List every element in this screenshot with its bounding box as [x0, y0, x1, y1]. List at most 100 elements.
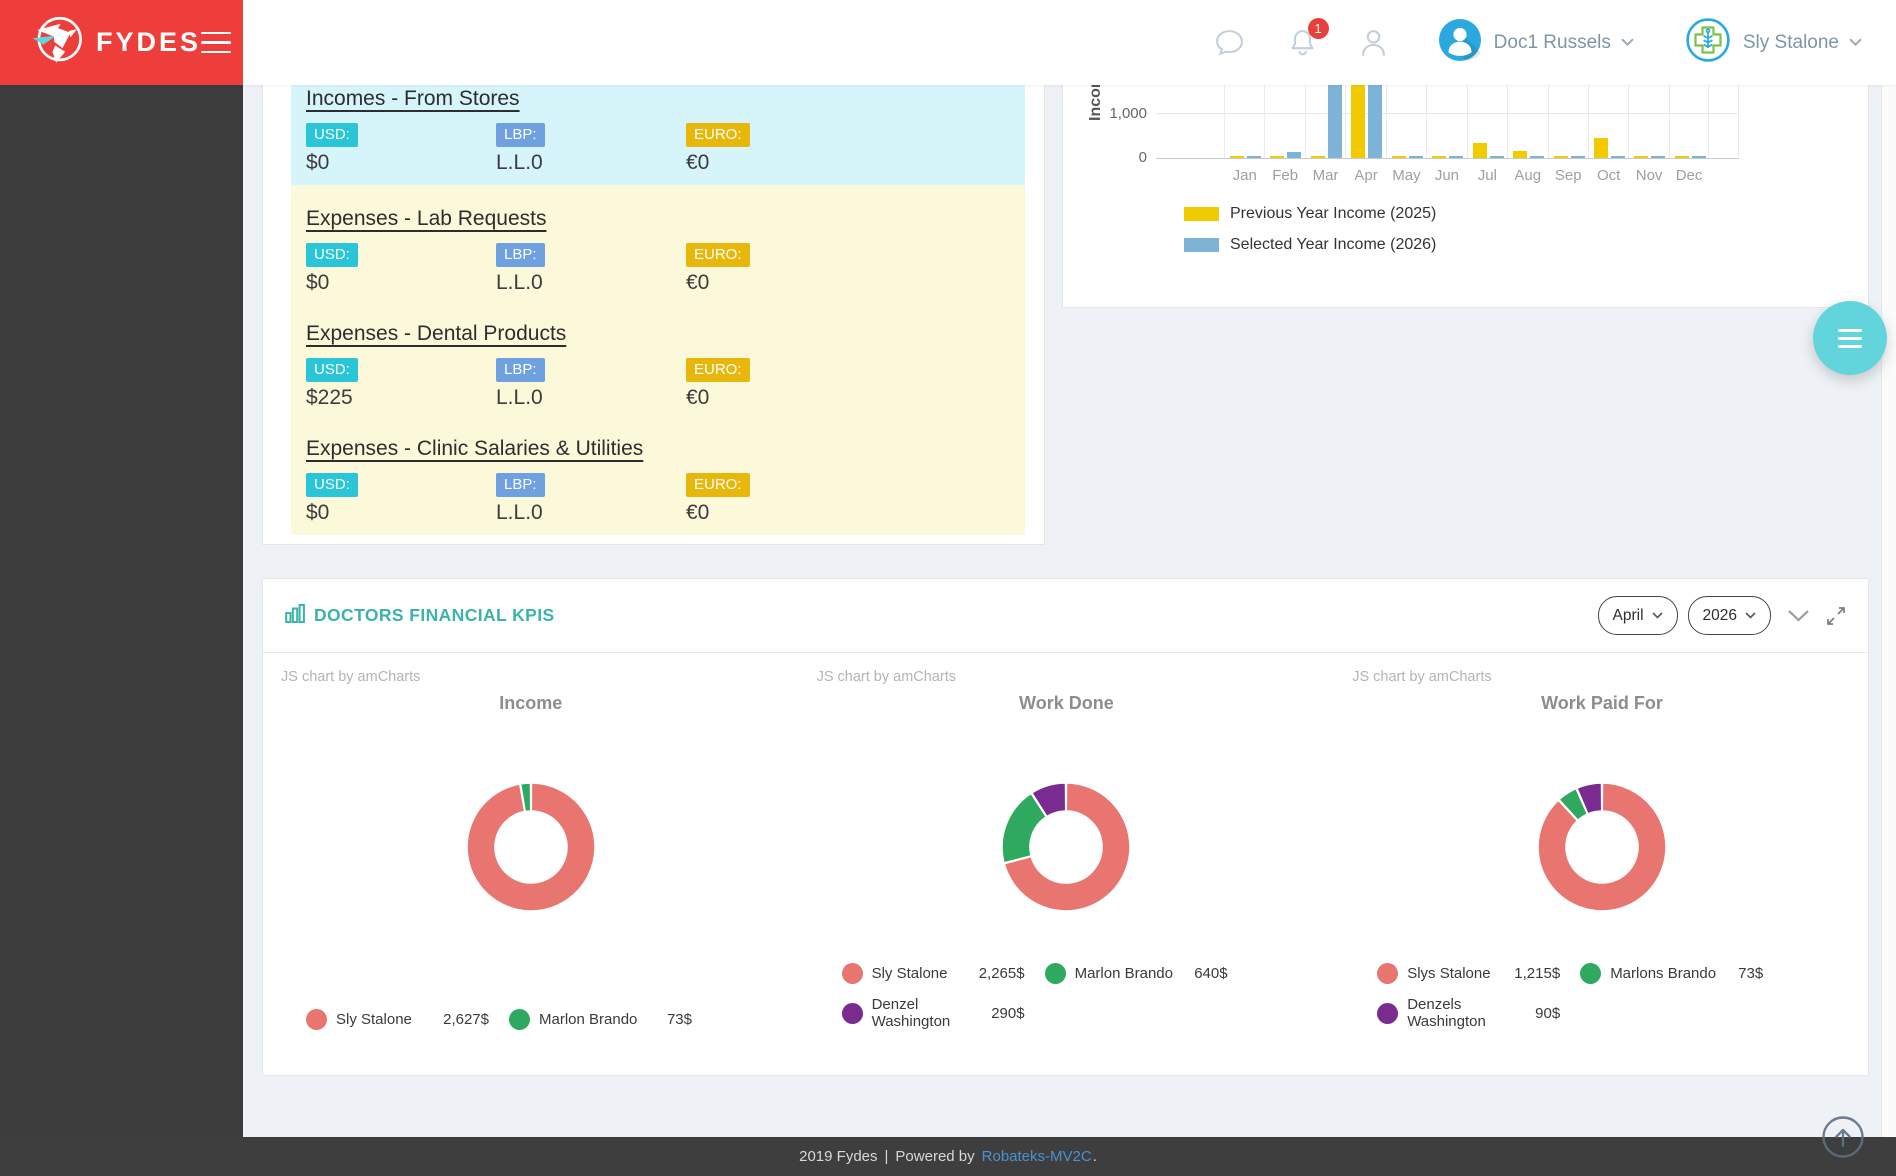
lbp-value: L.L.0 — [496, 501, 686, 525]
amcharts-watermark: JS chart by amCharts — [817, 669, 956, 685]
legend-item[interactable]: Marlons Brando 73$ — [1580, 963, 1763, 984]
footer-period: . — [1093, 1148, 1097, 1165]
footer-vendor-link[interactable]: Robateks-MV2C — [982, 1148, 1092, 1165]
left-sidebar[interactable] — [0, 85, 243, 1137]
legend-dot — [842, 1003, 863, 1024]
bar-selected-year — [1611, 156, 1625, 158]
collapse-chevron-icon[interactable] — [1787, 609, 1810, 622]
kpi-work-done-chart: JS chart by amCharts Work Done Sly Stalo… — [799, 653, 1335, 1076]
legend-item[interactable]: Sly Stalone 2,265$ — [842, 963, 1025, 984]
kpis-card-header: DOCTORS FINANCIAL KPIS April 2026 — [263, 579, 1868, 653]
usd-label: USD: — [306, 473, 358, 497]
expand-icon[interactable] — [1826, 606, 1846, 626]
bar-column-oct: Oct — [1588, 85, 1628, 158]
legend-item[interactable]: Slys Stalone 1,215$ — [1377, 963, 1560, 984]
x-axis-label: Aug — [1508, 167, 1547, 184]
usd-value: $225 — [306, 386, 496, 410]
work-paid-donut-chart[interactable] — [1522, 767, 1682, 927]
footer-divider: | — [885, 1148, 889, 1165]
kpi-income-chart: JS chart by amCharts Income Sly Stalone … — [263, 653, 799, 1076]
summary-section: Incomes - From Stores USD: LBP: EURO: $0… — [306, 87, 1010, 175]
legend-name: Sly Stalone — [872, 965, 979, 982]
yearly-income-chart-card: Income 1,000 0 JanFebMarAprMayJunJulAugS… — [1062, 85, 1869, 308]
legend-name: Denzels Washington — [1407, 996, 1535, 1030]
lbp-label: LBP: — [496, 243, 545, 267]
legend-dot — [1580, 963, 1601, 984]
quick-menu-fab[interactable] — [1813, 301, 1887, 375]
legend-dot — [1377, 963, 1398, 984]
summary-section: Expenses - Lab Requests USD: LBP: EURO: … — [306, 207, 1010, 295]
kpis-card-title: DOCTORS FINANCIAL KPIS — [285, 604, 555, 628]
usd-value: $0 — [306, 271, 496, 295]
bar-selected-year — [1328, 85, 1342, 158]
legend-item[interactable]: Marlon Brando 73$ — [509, 1009, 692, 1030]
bar-selected-year — [1449, 156, 1463, 158]
bar-selected-year — [1287, 152, 1301, 158]
legend-item[interactable]: Marlon Brando 640$ — [1045, 963, 1228, 984]
bar-selected-year — [1651, 156, 1665, 158]
euro-label: EURO: — [686, 123, 750, 147]
legend-name: Denzel Washington — [872, 996, 992, 1030]
month-select[interactable]: April — [1598, 596, 1678, 635]
bar-column-feb: Feb — [1264, 85, 1304, 158]
legend-swatch — [1184, 207, 1219, 221]
bar-column-jan: Jan — [1224, 85, 1264, 158]
y-axis-tick: 1,000 — [1063, 105, 1147, 122]
avatar — [1439, 19, 1481, 66]
income-donut-chart[interactable] — [451, 767, 611, 927]
scrollbar-track[interactable] — [1881, 85, 1896, 1137]
legend-item-selected-year[interactable]: Selected Year Income (2026) — [1184, 236, 1436, 254]
euro-value: €0 — [686, 271, 876, 295]
legend-item[interactable]: Denzels Washington 90$ — [1377, 996, 1560, 1030]
legend-name: Sly Stalone — [336, 1011, 443, 1028]
legend-label: Previous Year Income (2025) — [1230, 205, 1436, 223]
legend-label: Selected Year Income (2026) — [1230, 236, 1436, 254]
legend-item[interactable]: Sly Stalone 2,627$ — [306, 1009, 489, 1030]
sidebar-menu-icon[interactable] — [201, 32, 231, 54]
bar-selected-year — [1571, 156, 1585, 158]
year-select[interactable]: 2026 — [1688, 596, 1771, 635]
amcharts-watermark: JS chart by amCharts — [281, 669, 420, 685]
legend-name: Marlons Brando — [1610, 965, 1738, 982]
usd-label: USD: — [306, 358, 358, 382]
donut-legend: Sly Stalone 2,265$ Marlon Brando 640$ De… — [842, 963, 1323, 1030]
legend-name: Marlon Brando — [1075, 965, 1195, 982]
scroll-to-top-button[interactable] — [1821, 1115, 1865, 1164]
bar-previous-year — [1392, 156, 1406, 158]
legend-value: 73$ — [1738, 965, 1763, 982]
bar-previous-year — [1230, 156, 1244, 158]
legend-value: 290$ — [991, 1005, 1024, 1022]
euro-value: €0 — [686, 501, 876, 525]
donut-title: Work Done — [799, 693, 1335, 714]
section-title-link[interactable]: Expenses - Dental Products — [306, 322, 566, 346]
kpis-controls: April 2026 — [1598, 596, 1847, 635]
bar-columns: JanFebMarAprMayJunJulAugSepOctNovDec — [1224, 85, 1709, 158]
legend-value: 2,265$ — [979, 965, 1025, 982]
bar-previous-year — [1634, 156, 1648, 158]
account-dropdown[interactable]: Doc1 Russels — [1439, 19, 1634, 66]
clinic-dropdown[interactable]: Sly Stalone — [1686, 18, 1862, 67]
usd-value: $0 — [306, 501, 496, 525]
section-title-link[interactable]: Expenses - Lab Requests — [306, 207, 546, 231]
legend-item[interactable]: Denzel Washington 290$ — [842, 996, 1025, 1030]
usd-label: USD: — [306, 123, 358, 147]
year-select-value: 2026 — [1703, 607, 1737, 625]
chat-icon[interactable] — [1214, 28, 1245, 57]
chevron-down-icon — [1849, 34, 1862, 52]
kpi-work-paid-chart: JS chart by amCharts Work Paid For Slys … — [1334, 653, 1870, 1076]
user-icon[interactable] — [1360, 28, 1387, 57]
legend-item-previous-year[interactable]: Previous Year Income (2025) — [1184, 205, 1436, 223]
legend-dot — [306, 1009, 327, 1030]
work-done-donut-chart[interactable] — [986, 767, 1146, 927]
bar-column-dec: Dec — [1669, 85, 1709, 158]
fydes-logo-icon[interactable] — [28, 11, 86, 74]
bar-column-nov: Nov — [1628, 85, 1668, 158]
top-header: FYDES 1 Doc1 Russels — [0, 0, 1896, 85]
euro-value: €0 — [686, 151, 876, 175]
section-title-link[interactable]: Expenses - Clinic Salaries & Utilities — [306, 437, 643, 461]
summary-section: Expenses - Clinic Salaries & Utilities U… — [306, 437, 1010, 525]
notifications-bell-icon[interactable]: 1 — [1287, 27, 1318, 58]
month-select-value: April — [1613, 607, 1644, 625]
brand-name: FYDES — [96, 27, 201, 58]
section-title-link[interactable]: Incomes - From Stores — [306, 87, 520, 111]
